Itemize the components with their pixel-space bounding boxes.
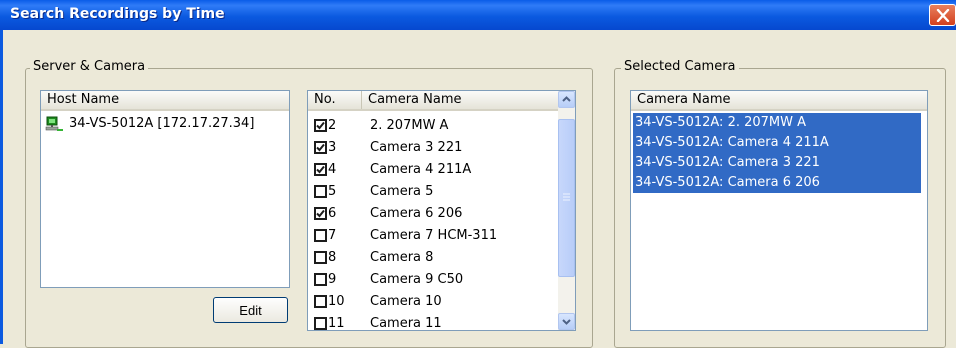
- camera-name: Camera 8: [370, 250, 434, 265]
- camera-checkbox[interactable]: [314, 185, 327, 198]
- server-computer-icon: [45, 116, 63, 131]
- selected-camera-header: Camera Name: [631, 91, 927, 111]
- camera-number: 7: [328, 228, 337, 243]
- camera-checkbox[interactable]: [314, 229, 327, 242]
- chevron-up-icon: [562, 96, 571, 102]
- grip-icon: [563, 193, 570, 201]
- selected-camera-item[interactable]: 34-VS-5012A: Camera 4 211A: [633, 133, 921, 153]
- camera-name: Camera 10: [370, 294, 442, 309]
- window-title: Search Recordings by Time: [10, 6, 225, 22]
- camera-name-header-label: Camera Name: [368, 92, 462, 107]
- camera-list[interactable]: No. Camera Name 2 2. 207MW A 3 Camera 3 221…: [307, 90, 576, 331]
- close-button[interactable]: [929, 4, 956, 26]
- host-name-header-label: Host Name: [47, 92, 120, 107]
- chevron-down-icon: [562, 319, 571, 325]
- window-frame-left: [0, 30, 3, 344]
- checkmark-icon: [316, 165, 325, 174]
- host-list[interactable]: Host Name 34-VS-5012A [172.17.27.34]: [40, 90, 290, 288]
- camera-list-item[interactable]: 4 Camera 4 211A: [308, 159, 558, 181]
- scroll-up-button[interactable]: [558, 91, 575, 108]
- camera-checkbox[interactable]: [314, 207, 327, 220]
- camera-number: 6: [328, 206, 337, 221]
- selected-camera-item[interactable]: 34-VS-5012A: Camera 6 206: [633, 173, 921, 193]
- camera-list-item[interactable]: 8 Camera 8: [308, 247, 558, 269]
- no-column-header[interactable]: No.: [308, 91, 362, 109]
- edit-button[interactable]: Edit: [213, 297, 288, 323]
- camera-checkbox[interactable]: [314, 163, 327, 176]
- no-header-label: No.: [314, 92, 336, 107]
- camera-name: 2. 207MW A: [370, 118, 449, 133]
- camera-number: 2: [328, 118, 337, 133]
- camera-number: 11: [328, 316, 345, 331]
- checkmark-icon: [316, 209, 325, 218]
- camera-number: 5: [328, 184, 337, 199]
- camera-list-header: No. Camera Name: [308, 91, 558, 111]
- camera-number: 10: [328, 294, 345, 309]
- camera-checkbox[interactable]: [314, 317, 327, 330]
- selected-camera-item[interactable]: 34-VS-5012A: Camera 3 221: [633, 153, 921, 173]
- server-camera-group-label: Server & Camera: [30, 59, 149, 74]
- checkmark-icon: [316, 143, 325, 152]
- camera-list-item[interactable]: 7 Camera 7 HCM-311: [308, 225, 558, 247]
- camera-name: Camera 6 206: [370, 206, 463, 221]
- camera-number: 8: [328, 250, 337, 265]
- scroll-down-button[interactable]: [558, 313, 575, 330]
- camera-list-item[interactable]: 2 2. 207MW A: [308, 115, 558, 137]
- camera-name-column-header[interactable]: Camera Name: [362, 91, 558, 109]
- selected-camera-list[interactable]: Camera Name 34-VS-5012A: 2. 207MW A 34-VS…: [630, 90, 928, 331]
- camera-name: Camera 4 211A: [370, 162, 472, 177]
- camera-name: Camera 3 221: [370, 140, 463, 155]
- camera-list-item[interactable]: 5 Camera 5: [308, 181, 558, 203]
- host-name-column-header[interactable]: Host Name: [41, 91, 289, 109]
- camera-number: 4: [328, 162, 337, 177]
- selected-camera-header-label: Camera Name: [637, 92, 731, 107]
- camera-name: Camera 7 HCM-311: [370, 228, 498, 243]
- camera-name: Camera 5: [370, 184, 434, 199]
- camera-checkbox[interactable]: [314, 295, 327, 308]
- camera-list-item[interactable]: 10 Camera 10: [308, 291, 558, 313]
- camera-checkbox[interactable]: [314, 141, 327, 154]
- checkmark-icon: [316, 121, 325, 130]
- selected-camera-item[interactable]: 34-VS-5012A: 2. 207MW A: [633, 113, 921, 133]
- camera-name: Camera 11: [370, 316, 442, 331]
- camera-checkbox[interactable]: [314, 251, 327, 264]
- camera-list-item[interactable]: 11 Camera 11: [308, 313, 558, 331]
- camera-checkbox[interactable]: [314, 273, 327, 286]
- scroll-thumb[interactable]: [558, 119, 575, 277]
- camera-list-item[interactable]: 6 Camera 6 206: [308, 203, 558, 225]
- title-bar: Search Recordings by Time: [0, 0, 956, 30]
- vertical-scrollbar[interactable]: [558, 91, 575, 330]
- camera-list-item[interactable]: 9 Camera 9 C50: [308, 269, 558, 291]
- selected-camera-name-column-header[interactable]: Camera Name: [631, 91, 927, 109]
- camera-name: Camera 9 C50: [370, 272, 464, 287]
- camera-checkbox[interactable]: [314, 119, 327, 132]
- camera-number: 9: [328, 272, 337, 287]
- camera-number: 3: [328, 140, 337, 155]
- host-list-header: Host Name: [41, 91, 289, 111]
- selected-camera-group-label: Selected Camera: [621, 59, 739, 74]
- camera-list-item[interactable]: 3 Camera 3 221: [308, 137, 558, 159]
- host-name: 34-VS-5012A [172.17.27.34]: [69, 116, 255, 131]
- close-icon: [936, 9, 950, 22]
